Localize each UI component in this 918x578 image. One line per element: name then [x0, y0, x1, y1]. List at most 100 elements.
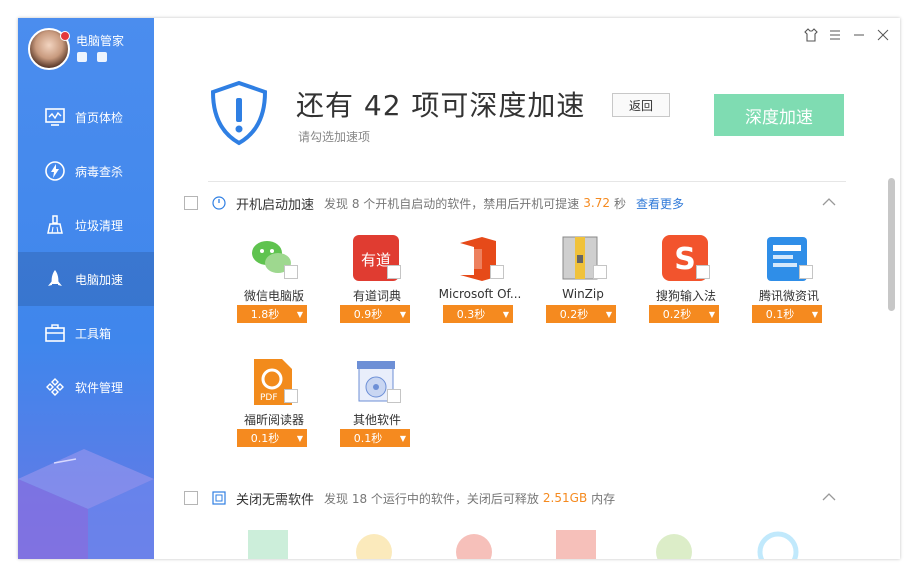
sidebar-item-home-check[interactable]: 首页体检 [18, 90, 154, 144]
minimize-icon[interactable] [850, 26, 868, 44]
dropdown-arrow-icon: ▼ [811, 309, 819, 319]
app-time-value: 0.9秒 [353, 308, 383, 321]
app-time-dropdown[interactable]: 0.1秒 ▼ [752, 305, 822, 323]
app-time-value: 0.2秒 [662, 308, 692, 321]
deep-accelerate-button[interactable]: 深度加速 [714, 94, 844, 136]
scrollbar-thumb[interactable] [888, 178, 895, 311]
divider [208, 181, 846, 182]
close-section-title: 关闭无需软件 [236, 492, 315, 508]
skin-icon[interactable] [802, 26, 820, 44]
profile-name: 电脑管家 [76, 34, 125, 48]
app-time-dropdown[interactable]: 1.8秒 ▼ [237, 305, 307, 323]
broom-icon [44, 214, 66, 236]
app-checkbox[interactable] [696, 265, 710, 279]
app-item[interactable]: Microsoft Of... 0.3秒 ▼ [439, 233, 521, 333]
app-item[interactable]: 其他软件 0.1秒 ▼ [337, 357, 417, 457]
sidebar-nav: 首页体检 病毒查杀 垃圾清理 电脑加速 工具箱 软件管理 [18, 90, 154, 414]
startup-speedup-unit: 秒 [614, 196, 627, 211]
app-time-value: 0.1秒 [353, 432, 383, 445]
shield-small-icon[interactable] [77, 52, 87, 62]
app-time-value: 0.1秒 [250, 432, 280, 445]
app-name: 有道词典 [352, 289, 401, 303]
sidebar-item-label: 病毒查杀 [75, 164, 124, 179]
menu-icon[interactable] [826, 26, 844, 44]
sidebar-item-virus-scan[interactable]: 病毒查杀 [18, 144, 154, 198]
close-icon[interactable] [874, 26, 892, 44]
dropdown-arrow-icon: ▼ [708, 309, 716, 319]
app-time-dropdown[interactable]: 0.2秒 ▼ [649, 305, 719, 323]
apps-icon [44, 376, 66, 398]
page-title: 还有 42 项可深度加速 [296, 89, 586, 122]
back-button[interactable]: 返回 [612, 93, 670, 117]
collapse-icon[interactable] [822, 195, 836, 209]
memory-icon [212, 491, 226, 505]
shield-alert-icon [210, 80, 268, 146]
svg-text:PDF: PDF [260, 393, 278, 403]
app-name: Microsoft Of... [438, 287, 522, 301]
app-checkbox[interactable] [593, 265, 607, 279]
app-checkbox[interactable] [490, 265, 504, 279]
sidebar-item-software-manage[interactable]: 软件管理 [18, 360, 154, 414]
app-item[interactable]: S 搜狗输入法 0.2秒 ▼ [646, 233, 726, 333]
toolbox-icon [44, 322, 66, 344]
app-time-value: 0.2秒 [559, 308, 589, 321]
startup-section-title: 开机启动加速 [236, 197, 315, 213]
app-time-dropdown[interactable]: 0.2秒 ▼ [546, 305, 616, 323]
dropdown-arrow-icon: ▼ [605, 309, 613, 319]
status-small-icon[interactable] [97, 52, 107, 62]
close-release-value: 2.51GB [542, 491, 588, 505]
profile[interactable]: 电脑管家 [28, 28, 148, 78]
app-time-dropdown[interactable]: 0.1秒 ▼ [340, 429, 410, 447]
monitor-icon [44, 106, 66, 128]
sidebar-item-toolbox[interactable]: 工具箱 [18, 306, 154, 360]
app-time-dropdown[interactable]: 0.3秒 ▼ [443, 305, 513, 323]
close-section-desc: 发现 18 个运行中的软件，关闭后可释放 [324, 491, 539, 506]
close-select-all-checkbox[interactable] [184, 491, 198, 505]
dropdown-arrow-icon: ▼ [296, 433, 304, 443]
app-time-value: 0.3秒 [456, 308, 486, 321]
app-name: 微信电脑版 [243, 289, 304, 303]
sidebar-item-label: 软件管理 [75, 380, 124, 395]
app-item[interactable]: WinZip 0.2秒 ▼ [543, 233, 623, 333]
app-name: 其他软件 [352, 413, 401, 427]
dropdown-arrow-icon: ▼ [296, 309, 304, 319]
app-name: 福昕阅读器 [243, 413, 304, 427]
startup-speedup-value: 3.72 [583, 196, 610, 210]
app-checkbox[interactable] [387, 389, 401, 403]
app-item[interactable]: PDF 福昕阅读器 0.1秒 ▼ [234, 357, 314, 457]
notification-dot [60, 31, 70, 41]
sidebar-item-label: 垃圾清理 [75, 218, 124, 233]
lightning-icon [44, 160, 66, 182]
app-time-value: 1.8秒 [250, 308, 280, 321]
main-panel: 还有 42 项可深度加速 请勾选加速项 返回 深度加速 开机启动加速 发现 8 … [154, 18, 900, 559]
app-item[interactable]: 微信电脑版 1.8秒 ▼ [234, 233, 314, 333]
running-apps-preview [248, 530, 799, 559]
app-checkbox[interactable] [799, 265, 813, 279]
close-release-suffix: 内存 [591, 491, 616, 506]
sidebar-item-junk-clean[interactable]: 垃圾清理 [18, 198, 154, 252]
collapse-icon[interactable] [822, 490, 836, 504]
app-name: 腾讯微资讯 [758, 289, 819, 303]
decorative-cube [18, 449, 154, 559]
svg-text:S: S [674, 242, 696, 277]
sidebar-item-label: 电脑加速 [75, 272, 124, 287]
dropdown-arrow-icon: ▼ [399, 433, 407, 443]
view-more-link[interactable]: 查看更多 [636, 195, 684, 212]
app-name: 搜狗输入法 [655, 289, 716, 303]
sidebar-item-label: 工具箱 [75, 326, 112, 341]
dropdown-arrow-icon: ▼ [502, 309, 510, 319]
app-item[interactable]: 腾讯微资讯 0.1秒 ▼ [749, 233, 829, 333]
dropdown-arrow-icon: ▼ [399, 309, 407, 319]
app-checkbox[interactable] [284, 265, 298, 279]
app-window: 电脑管家 首页体检 病毒查杀 垃圾清理 电脑加速 工具箱 软件管理 还有 42 … [18, 18, 900, 559]
sidebar-item-speedup[interactable]: 电脑加速 [18, 252, 154, 306]
startup-select-all-checkbox[interactable] [184, 196, 198, 210]
app-name: WinZip [562, 287, 604, 301]
app-item[interactable]: 有道 有道词典 0.9秒 ▼ [337, 233, 417, 333]
rocket-icon [44, 268, 66, 290]
app-checkbox[interactable] [284, 389, 298, 403]
app-checkbox[interactable] [387, 265, 401, 279]
app-time-dropdown[interactable]: 0.1秒 ▼ [237, 429, 307, 447]
startup-section-header: 开机启动加速 发现 8 个开机自启动的软件，禁用后开机可提速 3.72 秒 查看… [184, 193, 846, 213]
app-time-dropdown[interactable]: 0.9秒 ▼ [340, 305, 410, 323]
